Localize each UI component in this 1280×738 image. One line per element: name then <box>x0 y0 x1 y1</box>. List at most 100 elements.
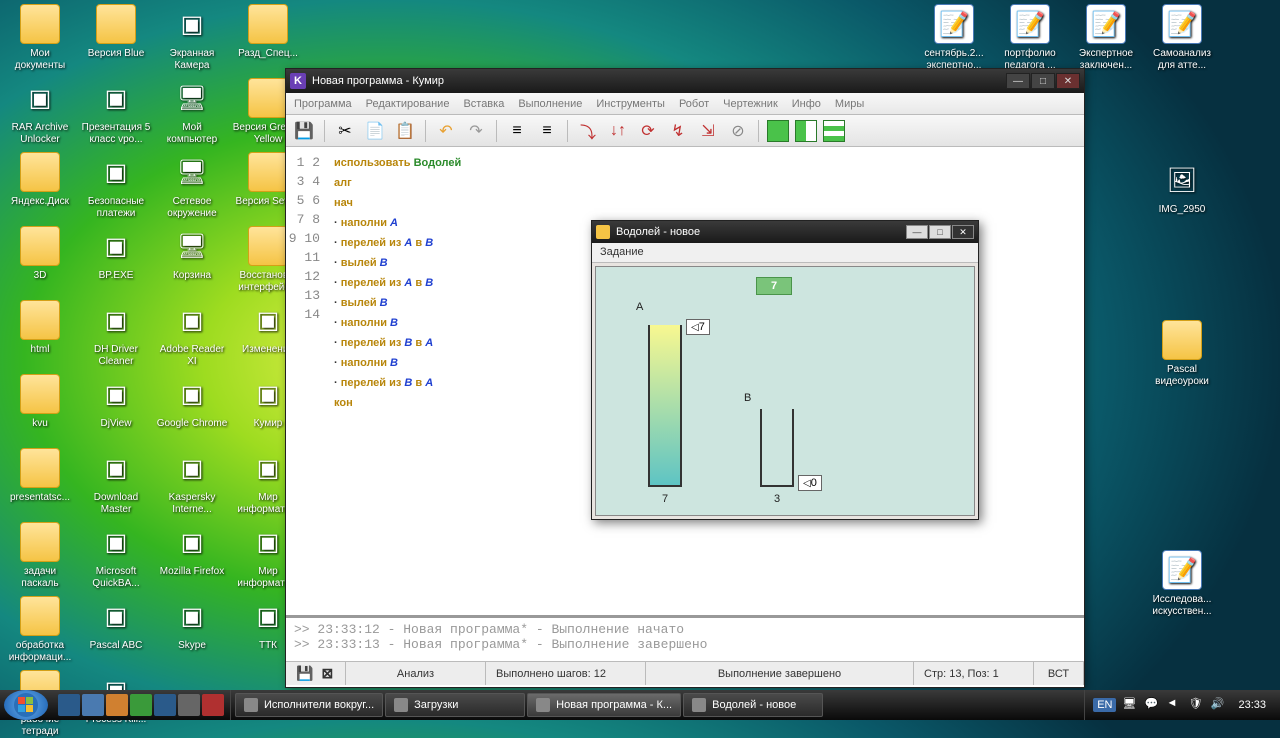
taskbar-task[interactable]: Новая программа - К... <box>527 693 681 717</box>
start-button[interactable] <box>4 690 48 720</box>
icon-label: Самоанализ для атте... <box>1146 48 1218 72</box>
maximize-button[interactable]: □ <box>929 225 951 239</box>
desktop-icon[interactable]: 📝Самоанализ для атте... <box>1146 4 1218 72</box>
layout-3-icon[interactable] <box>823 120 845 142</box>
save-icon[interactable]: 💾 <box>292 119 316 143</box>
desktop-icon[interactable]: ▣Экранная Камера <box>156 4 228 72</box>
desktop-icon[interactable]: 🖥Корзина <box>156 226 228 282</box>
paste-icon[interactable]: 📋 <box>393 119 417 143</box>
desktop-icon[interactable]: обработка информаци... <box>4 596 76 664</box>
desktop-icon[interactable]: 📝Экспертное заключен... <box>1070 4 1142 72</box>
desktop-icon[interactable]: ▣Adobe Reader XI <box>156 300 228 368</box>
menu-item[interactable]: Робот <box>679 98 709 110</box>
run-step-icon[interactable]: ⤵ <box>576 119 600 143</box>
run-into-icon[interactable]: ↓↑ <box>606 119 630 143</box>
tray-icon[interactable]: 💬 <box>1144 697 1160 713</box>
maximize-button[interactable]: □ <box>1031 73 1055 89</box>
menu-item[interactable]: Программа <box>294 98 352 110</box>
quick-launch-item[interactable] <box>106 694 128 716</box>
quick-launch-item[interactable] <box>58 694 80 716</box>
run-icon[interactable]: ⟳ <box>636 119 660 143</box>
desktop-icon[interactable]: 🖥Мой компьютер <box>156 78 228 146</box>
desktop-icon[interactable]: 🖼IMG_2950 <box>1146 160 1218 216</box>
desktop-icon[interactable]: Мои документы <box>4 4 76 72</box>
menu-item[interactable]: Выполнение <box>518 98 582 110</box>
quick-launch-item[interactable] <box>130 694 152 716</box>
desktop-icon[interactable]: Pascal видеоуроки <box>1146 320 1218 388</box>
desktop-icon[interactable]: ▣Презентация 5 класс vpo... <box>80 78 152 146</box>
desktop-icon[interactable]: ▣Kaspersky Interne... <box>156 448 228 516</box>
desktop-icon[interactable]: ▣Skype <box>156 596 228 652</box>
taskbar-task[interactable]: Загрузки <box>385 693 525 717</box>
task-label: Загрузки <box>414 699 458 711</box>
indent-right-icon[interactable]: ≡ <box>535 119 559 143</box>
desktop-icon[interactable]: 3D <box>4 226 76 282</box>
tray-icon[interactable]: 🔊 <box>1210 697 1226 713</box>
minimize-button[interactable]: — <box>1006 73 1030 89</box>
desktop-icon[interactable]: 🖥Сетевое окружение <box>156 152 228 220</box>
desktop-icon[interactable]: Яндекс.Диск <box>4 152 76 208</box>
icon-glyph <box>20 226 60 266</box>
desktop-icon[interactable]: Разд_Спец... <box>232 4 304 60</box>
run-to-cursor-icon[interactable]: ⇲ <box>696 119 720 143</box>
kumir-window: K Новая программа - Кумир — □ ✕ Программ… <box>285 68 1085 688</box>
undo-icon[interactable]: ↶ <box>434 119 458 143</box>
close-button[interactable]: ✕ <box>1056 73 1080 89</box>
run-fast-icon[interactable]: ↯ <box>666 119 690 143</box>
menu-item[interactable]: Вставка <box>463 98 504 110</box>
tray-icon[interactable]: 🛡 <box>1188 697 1204 713</box>
desktop-icon[interactable]: ▣DjView <box>80 374 152 430</box>
code-editor[interactable]: 1 2 3 4 5 6 7 8 9 10 11 12 13 14 использ… <box>286 147 1084 617</box>
minimize-button[interactable]: — <box>906 225 928 239</box>
indent-left-icon[interactable]: ≡ <box>505 119 529 143</box>
desktop-icon[interactable]: ▣Google Chrome <box>156 374 228 430</box>
clock[interactable]: 23:33 <box>1232 699 1272 711</box>
vodolej-menu[interactable]: Задание <box>592 243 978 263</box>
quick-launch-item[interactable] <box>154 694 176 716</box>
menu-item[interactable]: Редактирование <box>366 98 450 110</box>
language-indicator[interactable]: EN <box>1093 698 1116 712</box>
tray-icon[interactable]: ◄ <box>1166 697 1182 713</box>
desktop-icon[interactable]: ▣Безопасные платежи <box>80 152 152 220</box>
desktop-icon[interactable]: 📝портфолио педагога ... <box>994 4 1066 72</box>
desktop-icon[interactable]: ▣Download Master <box>80 448 152 516</box>
stop-mini-icon[interactable]: ⊠ <box>321 665 333 682</box>
desktop-icon[interactable]: ▣Mozilla Firefox <box>156 522 228 578</box>
desktop-icon[interactable]: 📝сентябрь.2... экспертно... <box>918 4 990 72</box>
quick-launch-item[interactable] <box>202 694 224 716</box>
layout-2-icon[interactable] <box>795 120 817 142</box>
vodolej-titlebar[interactable]: Водолей - новое — □ ✕ <box>592 221 978 243</box>
menu-item[interactable]: Инфо <box>792 98 821 110</box>
save-mini-icon[interactable]: 💾 <box>296 665 313 682</box>
close-button[interactable]: ✕ <box>952 225 974 239</box>
vessel-a-level: ◁7 <box>686 319 710 335</box>
desktop-icon[interactable]: presentatsc... <box>4 448 76 504</box>
desktop-icon[interactable]: задачи паскаль <box>4 522 76 590</box>
copy-icon[interactable]: 📄 <box>363 119 387 143</box>
menu-item[interactable]: Инструменты <box>596 98 665 110</box>
quick-launch-item[interactable] <box>82 694 104 716</box>
menu-item[interactable]: Чертежник <box>723 98 778 110</box>
quick-launch-item[interactable] <box>178 694 200 716</box>
desktop-icon[interactable]: html <box>4 300 76 356</box>
cut-icon[interactable]: ✂ <box>333 119 357 143</box>
icon-glyph: ▣ <box>172 448 212 488</box>
layout-1-icon[interactable] <box>767 120 789 142</box>
desktop-icon[interactable]: 📝Исследова... искусствен... <box>1146 550 1218 618</box>
desktop-icon[interactable]: ▣Pascal ABC <box>80 596 152 652</box>
redo-icon[interactable]: ↷ <box>464 119 488 143</box>
desktop-icon[interactable]: Версия Blue <box>80 4 152 60</box>
tray-icon[interactable]: 🖥 <box>1122 697 1138 713</box>
desktop-icon[interactable]: ▣Microsoft QuickBA... <box>80 522 152 590</box>
icon-label: Pascal видеоуроки <box>1146 364 1218 388</box>
menu-item[interactable]: Миры <box>835 98 864 110</box>
desktop-icon[interactable]: ▣RAR Archive Unlocker <box>4 78 76 146</box>
kumir-titlebar[interactable]: K Новая программа - Кумир — □ ✕ <box>286 69 1084 93</box>
taskbar-task[interactable]: Водолей - новое <box>683 693 823 717</box>
taskbar-task[interactable]: Исполнители вокруг... <box>235 693 383 717</box>
stop-icon[interactable]: ⊘ <box>726 119 750 143</box>
desktop-icon[interactable]: ▣BP.EXE <box>80 226 152 282</box>
desktop-icon[interactable]: ▣DH Driver Cleaner <box>80 300 152 368</box>
desktop-icon[interactable]: kvu <box>4 374 76 430</box>
system-tray: EN 🖥 💬 ◄ 🛡 🔊 23:33 <box>1084 690 1280 720</box>
